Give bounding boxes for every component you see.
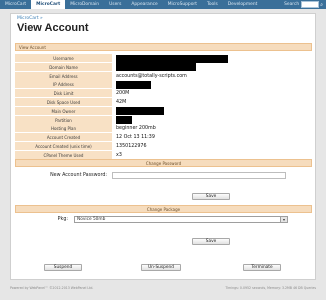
redacted-value — [116, 116, 132, 125]
account-row: Account Created 12 Oct 13 11:39 — [15, 133, 312, 143]
account-row-label: Disk Space Used — [15, 98, 112, 107]
redacted-value — [116, 54, 228, 63]
nav-item-appearance[interactable]: Appearance — [126, 0, 162, 9]
account-row-label: Disk Limit — [15, 89, 112, 99]
account-row: Email Address accounts@totally-scripts.co… — [15, 71, 312, 81]
footer-timings: Timings: 0.0952 seconds, Memory: 3.2MB 4… — [225, 286, 316, 290]
account-row: Disk Space Used 42M — [15, 98, 312, 107]
account-row: Domain Name — [15, 62, 312, 72]
suspend-button[interactable]: Suspend — [44, 264, 82, 271]
account-row-value: 200M — [116, 91, 130, 97]
account-row-value: 12 Oct 13 11:39 — [116, 135, 155, 141]
account-row-label: Hosting Plan — [15, 124, 112, 134]
password-row: New Account Password: — [15, 171, 312, 181]
account-row-value: 1350122976 — [116, 144, 147, 149]
terminate-button[interactable]: Terminate — [243, 264, 281, 271]
account-row: Disk Limit 200M — [15, 89, 312, 99]
change-password-header: Change Password — [15, 159, 312, 167]
redacted-value — [116, 80, 151, 89]
change-package-header: Change Package — [15, 205, 312, 213]
footer-copyright: Powered by WebPanel™ ©2012-2013 WebPanel… — [10, 286, 94, 290]
account-row-value: beginner 200mb — [116, 126, 156, 132]
account-row-label: Partition — [15, 115, 112, 125]
account-row: Account Created (unix time) 1350122976 — [15, 142, 312, 151]
account-row: Partition — [15, 115, 312, 125]
unsuspend-button[interactable]: Un-Suspend — [141, 264, 181, 271]
account-row-label: Username — [15, 54, 112, 63]
account-row: Hosting Plan beginner 200mb — [15, 124, 312, 134]
account-row: Username — [15, 54, 312, 63]
account-row: Main Owner — [15, 106, 312, 116]
view-account-header: View Account — [15, 43, 312, 51]
nav-item-development[interactable]: Development — [223, 0, 263, 9]
account-row-value: 42M — [116, 100, 127, 105]
nav-search: Search ⌕ — [284, 1, 326, 8]
account-row-label: Main Owner — [15, 106, 112, 116]
top-nav-bar: MicroCart MicroCart MicroDomain Users Ap… — [0, 0, 326, 9]
nav-item-microcart[interactable]: MicroCart — [31, 0, 66, 9]
main-panel: MicroCart » View Account View Account Us… — [10, 13, 316, 280]
save-password-button[interactable]: Save — [192, 193, 230, 200]
account-row-label: Email Address — [15, 71, 112, 81]
package-select-value: Novice 50mb — [77, 217, 106, 222]
nav-item-microcart-home[interactable]: MicroCart — [0, 0, 31, 9]
nav-item-microdomain[interactable]: MicroDomain — [65, 0, 104, 9]
account-row-label: IP Address — [15, 80, 112, 90]
chevron-down-icon[interactable]: ▾ — [280, 217, 287, 222]
account-row-label: Account Created (unix time) — [15, 142, 112, 151]
account-row-value: accounts@totally-scripts.com — [116, 73, 187, 79]
package-label: Pkg: — [57, 217, 68, 222]
password-label: New Account Password: — [50, 173, 107, 178]
search-input[interactable] — [301, 1, 320, 8]
save-package-button[interactable]: Save — [192, 238, 230, 245]
package-select[interactable]: Novice 50mb ▾ — [74, 216, 288, 223]
nav-item-tools[interactable]: Tools — [202, 0, 223, 9]
package-row: Pkg: Novice 50mb ▾ — [15, 215, 312, 225]
nav-item-microsupport[interactable]: MicroSupport — [163, 0, 202, 9]
new-password-input[interactable] — [112, 172, 286, 179]
account-row: IP Address — [15, 80, 312, 90]
redacted-value — [116, 63, 196, 72]
search-icon[interactable]: ⌕ — [320, 2, 323, 8]
search-label: Search — [284, 2, 300, 7]
account-row-label: Account Created — [15, 133, 112, 143]
redacted-value — [116, 107, 164, 116]
account-row-label: Domain Name — [15, 62, 112, 72]
nav-item-users[interactable]: Users — [104, 0, 126, 9]
breadcrumb[interactable]: MicroCart » — [17, 16, 43, 21]
page-title: View Account — [17, 22, 89, 34]
